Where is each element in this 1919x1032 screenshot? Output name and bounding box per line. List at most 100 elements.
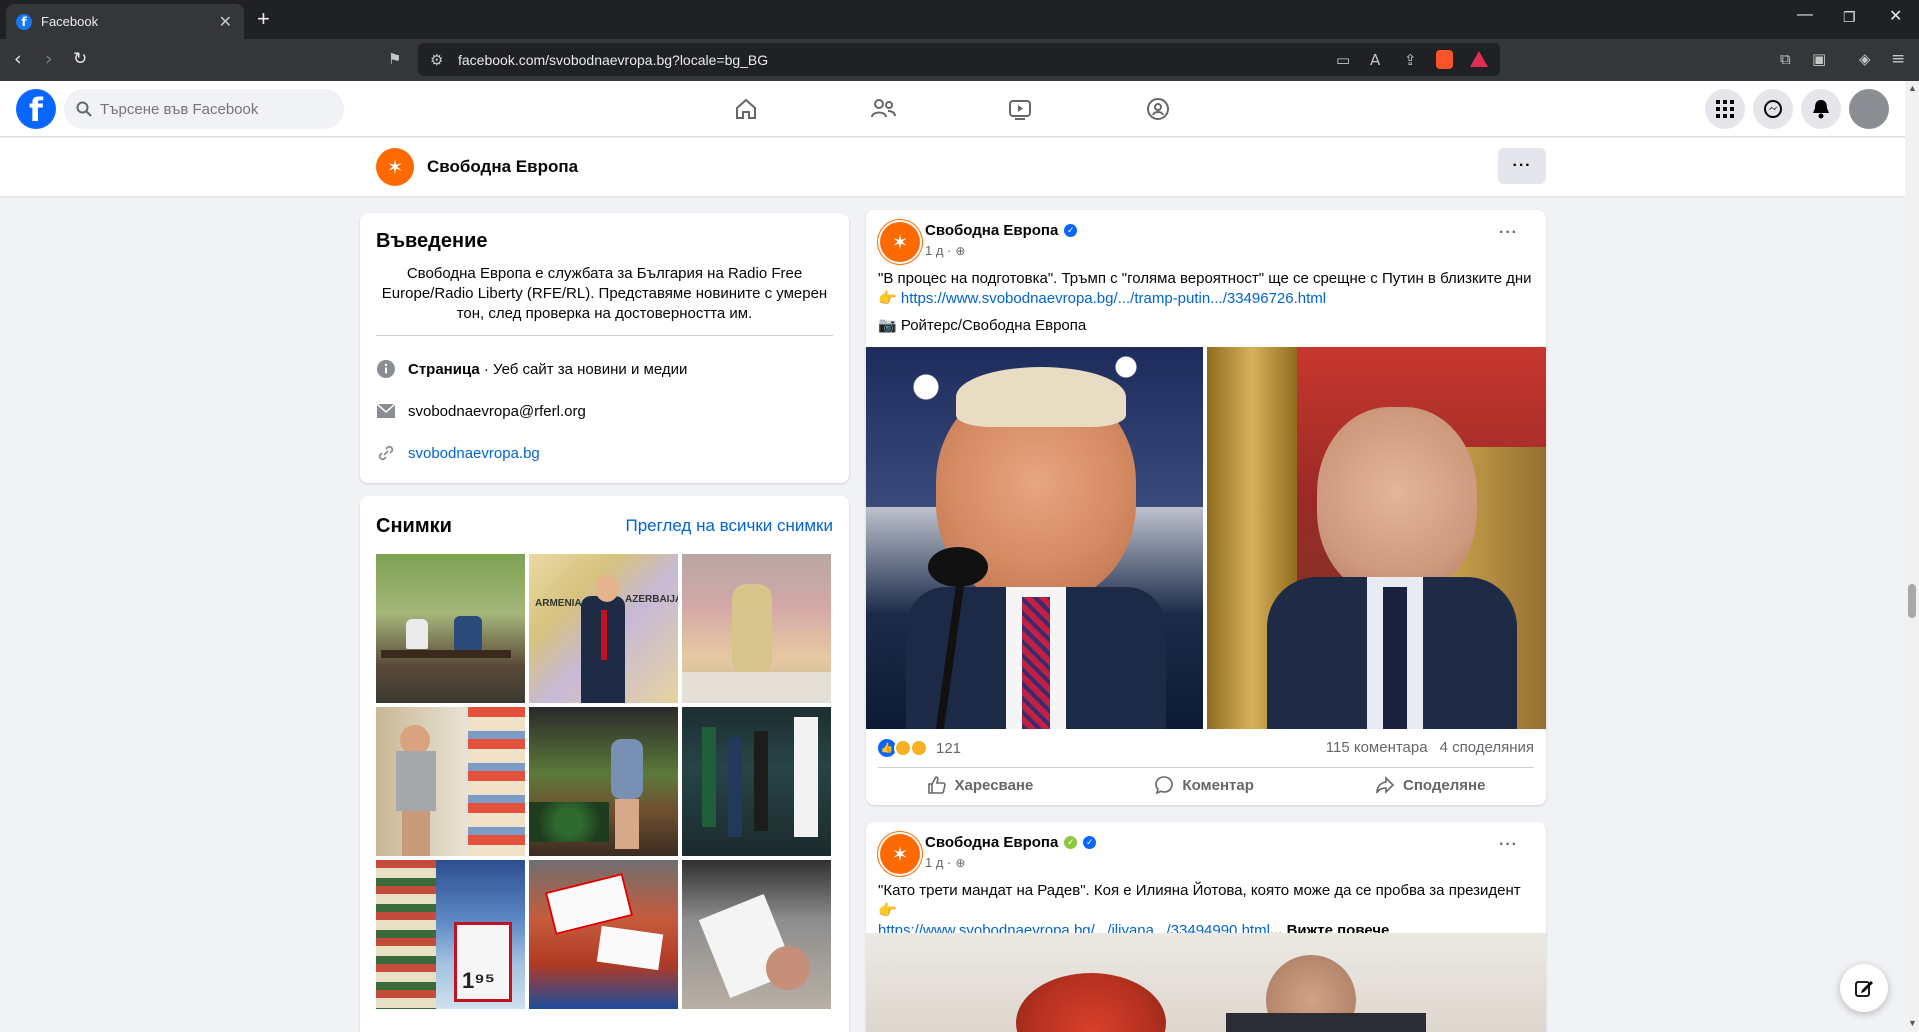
menu-icon[interactable]: ≡ bbox=[1891, 49, 1905, 69]
search-icon bbox=[76, 101, 92, 117]
messenger-icon[interactable] bbox=[1753, 89, 1793, 129]
scroll-down-icon[interactable]: ▼ bbox=[1908, 1018, 1917, 1028]
browser-toolbar: ‹ › ↻ ⚑ ⚙ facebook.com/svobodnaevropa.bg… bbox=[0, 39, 1919, 81]
post-author-name[interactable]: Свободна Европа bbox=[925, 834, 1058, 851]
post-author[interactable]: Свободна Европа ✓ bbox=[925, 222, 1078, 239]
share-count[interactable]: 4 споделяния bbox=[1440, 739, 1534, 756]
facebook-header: f bbox=[0, 81, 1905, 137]
rfe-logo-icon[interactable]: ✶ bbox=[376, 148, 414, 186]
photo-thumbnail[interactable] bbox=[376, 707, 525, 856]
photo-thumbnail[interactable] bbox=[682, 860, 831, 1009]
comment-button[interactable]: Коментар bbox=[1154, 775, 1254, 795]
account-avatar[interactable] bbox=[1849, 89, 1889, 129]
notifications-bell-icon[interactable] bbox=[1801, 89, 1841, 129]
more-options-button[interactable]: ··· bbox=[1498, 148, 1546, 184]
close-tab-icon[interactable]: ✕ bbox=[219, 12, 232, 32]
post-time[interactable]: 1 д · bbox=[925, 855, 951, 870]
page-title[interactable]: Свободна Европа bbox=[427, 157, 578, 177]
photo-thumbnail[interactable] bbox=[376, 554, 525, 703]
post-card: ✶ Свободна Европа ✓ ✓ 1 д · ⊕ ··· "Като … bbox=[866, 822, 1546, 1032]
post-time[interactable]: 1 д · bbox=[925, 243, 951, 258]
category-label: Страница bbox=[408, 360, 480, 378]
sidebar-icon[interactable]: ▣ bbox=[1812, 50, 1826, 68]
post-text: "В процес на подготовка". Тръмп с "голям… bbox=[878, 269, 1534, 309]
scroll-up-icon[interactable]: ▲ bbox=[1908, 83, 1917, 93]
email-text: svobodnaevropa@rferl.org bbox=[408, 402, 586, 420]
reload-icon[interactable]: ↻ bbox=[73, 49, 87, 69]
photo-thumbnail[interactable] bbox=[529, 860, 678, 1009]
divider bbox=[376, 335, 833, 336]
intro-heading: Въведение bbox=[376, 230, 488, 252]
post-author[interactable]: Свободна Европа ✓ ✓ bbox=[925, 834, 1097, 851]
divider bbox=[878, 767, 1534, 768]
page-subheader: ✶ Свободна Европа ··· bbox=[0, 138, 1905, 196]
comment-count[interactable]: 115 коментара bbox=[1326, 739, 1428, 756]
post-image-trump[interactable] bbox=[866, 347, 1203, 729]
info-icon bbox=[376, 359, 396, 379]
vpn-icon[interactable]: ◈ bbox=[1859, 50, 1871, 68]
share-icon[interactable]: ⇪ bbox=[1404, 51, 1417, 69]
friends-icon[interactable] bbox=[865, 91, 901, 127]
scrollbar-thumb[interactable] bbox=[1908, 584, 1916, 618]
active-badge-icon: ✓ bbox=[1064, 836, 1078, 849]
back-icon[interactable]: ‹ bbox=[14, 48, 22, 70]
photos-card: Снимки Преглед на всички снимки ARMENIA … bbox=[360, 496, 849, 1032]
globe-icon: ⊕ bbox=[955, 243, 966, 258]
bookmark-icon[interactable]: ⚑ bbox=[388, 50, 401, 68]
post-author-avatar[interactable]: ✶ bbox=[880, 834, 920, 874]
extensions-icon[interactable]: ⧉ bbox=[1780, 50, 1791, 68]
photo-thumbnail[interactable] bbox=[682, 707, 831, 856]
post-author-name[interactable]: Свободна Европа bbox=[925, 222, 1058, 239]
email-row: svobodnaevropa@rferl.org bbox=[376, 401, 586, 421]
menu-grid-icon[interactable] bbox=[1705, 89, 1745, 129]
minimize-icon[interactable]: — bbox=[1797, 6, 1813, 24]
verified-badge-icon: ✓ bbox=[1064, 224, 1078, 237]
site-info-icon[interactable]: ⚙ bbox=[430, 51, 443, 69]
browser-tabbar: f Facebook ✕ + — ❐ ✕ bbox=[0, 0, 1919, 39]
like-button[interactable]: Харесване bbox=[927, 775, 1034, 795]
translate-icon[interactable]: A bbox=[1370, 51, 1380, 69]
groups-icon[interactable] bbox=[1140, 91, 1176, 127]
photo-thumbnail[interactable]: ARMENIA AZERBAIJAN bbox=[529, 554, 678, 703]
post-image-putin[interactable] bbox=[1207, 347, 1546, 729]
facebook-logo-icon[interactable]: f bbox=[16, 89, 56, 129]
forward-icon[interactable]: › bbox=[45, 48, 53, 70]
new-tab-icon[interactable]: + bbox=[257, 6, 270, 32]
new-message-button[interactable] bbox=[1840, 964, 1888, 1012]
share-arrow-icon bbox=[1376, 776, 1395, 794]
cast-icon[interactable]: ▭ bbox=[1336, 51, 1350, 69]
search-input[interactable] bbox=[100, 100, 320, 118]
email-icon bbox=[376, 401, 396, 421]
see-all-photos-link[interactable]: Преглед на всички снимки bbox=[625, 516, 833, 536]
brave-rewards-icon[interactable] bbox=[1470, 51, 1488, 67]
website-link[interactable]: svobodnaevropa.bg bbox=[408, 445, 540, 462]
photo-thumbnail[interactable]: 1⁹⁵ bbox=[376, 860, 525, 1009]
post-card: ✶ Свободна Европа ✓ 1 д · ⊕ ··· "В проце… bbox=[866, 210, 1546, 805]
post-options-icon[interactable]: ··· bbox=[1499, 836, 1518, 854]
browser-tab[interactable]: f Facebook ✕ bbox=[6, 4, 244, 39]
photos-heading: Снимки bbox=[376, 515, 452, 537]
post-link[interactable]: https://www.svobodnaevropa.bg/.../tramp-… bbox=[901, 290, 1326, 307]
reaction-count: 121 bbox=[936, 739, 962, 757]
brave-shield-icon[interactable] bbox=[1436, 50, 1453, 69]
photo-thumbnail[interactable] bbox=[529, 707, 678, 856]
restore-icon[interactable]: ❐ bbox=[1843, 9, 1856, 26]
address-bar[interactable]: ⚙ facebook.com/svobodnaevropa.bg?locale=… bbox=[418, 43, 1500, 76]
page-scrollbar[interactable]: ▲ ▼ bbox=[1905, 81, 1919, 1032]
post-options-icon[interactable]: ··· bbox=[1499, 224, 1518, 242]
reactions-summary[interactable]: 👍 121 bbox=[878, 739, 961, 757]
share-button[interactable]: Споделяне bbox=[1375, 775, 1485, 795]
post-image-yotova-radev[interactable] bbox=[866, 933, 1546, 1032]
photo-thumbnail[interactable] bbox=[682, 554, 831, 703]
home-icon[interactable] bbox=[728, 91, 764, 127]
post-body: "Като трети мандат на Радев". Коя е Илия… bbox=[878, 882, 1521, 899]
compose-icon bbox=[1855, 981, 1873, 997]
post-author-avatar[interactable]: ✶ bbox=[880, 222, 920, 262]
watch-icon[interactable] bbox=[1002, 91, 1038, 127]
search-box[interactable] bbox=[64, 89, 344, 129]
window-close-icon[interactable]: ✕ bbox=[1889, 6, 1902, 26]
like-label: Харесване bbox=[954, 776, 1034, 794]
post-body: "В процес на подготовка". Тръмп с "голям… bbox=[878, 270, 1532, 287]
intro-card: Въведение Свободна Европа е службата за … bbox=[360, 213, 849, 483]
globe-icon: ⊕ bbox=[955, 855, 966, 870]
